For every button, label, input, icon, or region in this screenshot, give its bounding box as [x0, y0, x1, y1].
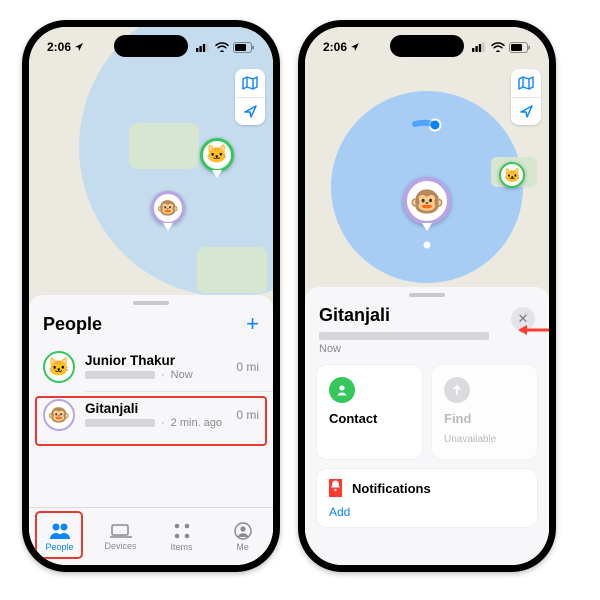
redacted-address — [85, 371, 155, 379]
monkey-icon: 🐵 — [157, 198, 179, 219]
people-list: 🐱 Junior Thakur ·Now 0 mi 🐵 Gitanjali ·2… — [29, 343, 273, 439]
tab-label: Me — [236, 542, 249, 552]
tab-me[interactable]: Me — [212, 508, 273, 565]
person-distance: 0 mi — [236, 408, 259, 422]
status-time: 2:06 — [47, 40, 71, 54]
find-card: Find Unavailable — [432, 365, 537, 459]
add-person-button[interactable]: + — [246, 311, 259, 337]
map-mode-icon — [242, 75, 258, 91]
status-time: 2:06 — [323, 40, 347, 54]
redacted-address — [85, 419, 155, 427]
map-controls — [511, 69, 541, 125]
notifications-title: Notifications — [352, 481, 431, 496]
map-mode-button[interactable] — [235, 69, 265, 97]
recenter-button[interactable] — [235, 97, 265, 125]
person-detail-sheet: Gitanjali Now ✕ Contact Find — [305, 287, 549, 565]
location-arrow-icon — [243, 104, 258, 119]
person-time: Now — [171, 369, 193, 381]
contact-icon — [329, 377, 355, 403]
location-services-icon — [350, 42, 360, 52]
cat-icon: 🐱 — [48, 357, 70, 378]
tab-devices[interactable]: Devices — [90, 508, 151, 565]
screen-right: 2:06 🐵 🐱 — [305, 27, 549, 565]
map-pin-junior[interactable]: 🐱 — [200, 138, 234, 178]
map-pin-gitanjali[interactable]: 🐵 — [151, 191, 185, 231]
detail-title: Gitanjali — [319, 305, 535, 326]
location-arrow-icon — [519, 104, 534, 119]
monkey-icon: 🐵 — [48, 405, 70, 426]
bell-icon — [329, 479, 342, 497]
wifi-icon — [491, 42, 505, 52]
status-right — [472, 42, 531, 53]
cellular-icon — [472, 42, 487, 52]
person-row-junior[interactable]: 🐱 Junior Thakur ·Now 0 mi — [29, 343, 273, 391]
tab-label: Items — [170, 542, 192, 552]
person-name: Junior Thakur — [85, 353, 236, 368]
person-distance: 0 mi — [236, 360, 259, 374]
status-right — [196, 42, 255, 53]
sheet-grabber[interactable] — [409, 293, 445, 297]
people-sheet: People + 🐱 Junior Thakur ·Now 0 mi 🐵 Git… — [29, 295, 273, 565]
map-controls — [235, 69, 265, 125]
dynamic-island — [114, 35, 188, 57]
tab-bar: People Devices Items Me — [29, 507, 273, 565]
monkey-icon: 🐵 — [410, 185, 445, 218]
detail-time: Now — [319, 343, 535, 355]
card-title: Contact — [329, 411, 410, 426]
notifications-card[interactable]: Notifications Add — [317, 469, 537, 527]
sheet-grabber[interactable] — [133, 301, 169, 305]
card-title: Find — [444, 411, 525, 426]
map-pin-junior[interactable]: 🐱 — [499, 162, 525, 188]
screen-left: 2:06 🐱 🐵 — [29, 27, 273, 565]
person-row-gitanjali[interactable]: 🐵 Gitanjali ·2 min. ago 0 mi — [29, 391, 273, 439]
location-services-icon — [74, 42, 84, 52]
card-subtitle: Unavailable — [444, 434, 525, 445]
map-mode-button[interactable] — [511, 69, 541, 97]
dynamic-island — [390, 35, 464, 57]
person-time: 2 min. ago — [171, 417, 222, 429]
map-mode-icon — [518, 75, 534, 91]
battery-icon — [233, 42, 255, 53]
tab-label: Devices — [104, 541, 136, 551]
tab-people[interactable]: People — [29, 508, 90, 565]
me-icon — [234, 522, 252, 540]
items-icon — [173, 522, 191, 540]
phone-right: 2:06 🐵 🐱 — [298, 20, 556, 572]
devices-icon — [110, 523, 132, 539]
person-name: Gitanjali — [85, 401, 236, 416]
sheet-title: People — [43, 314, 102, 335]
contact-card[interactable]: Contact — [317, 365, 422, 459]
wifi-icon — [215, 42, 229, 52]
cat-icon: 🐱 — [504, 167, 521, 184]
tab-label: People — [45, 542, 73, 552]
find-icon — [444, 377, 470, 403]
battery-icon — [509, 42, 531, 53]
cat-icon: 🐱 — [206, 144, 228, 165]
people-icon — [48, 522, 72, 540]
tab-items[interactable]: Items — [151, 508, 212, 565]
redacted-address — [319, 332, 489, 340]
annotation-arrow-icon — [517, 323, 549, 337]
cellular-icon — [196, 42, 211, 52]
add-notification-button[interactable]: Add — [329, 505, 525, 519]
map-pin-gitanjali-selected[interactable]: 🐵 — [403, 177, 451, 231]
recenter-button[interactable] — [511, 97, 541, 125]
phone-left: 2:06 🐱 🐵 — [22, 20, 280, 572]
